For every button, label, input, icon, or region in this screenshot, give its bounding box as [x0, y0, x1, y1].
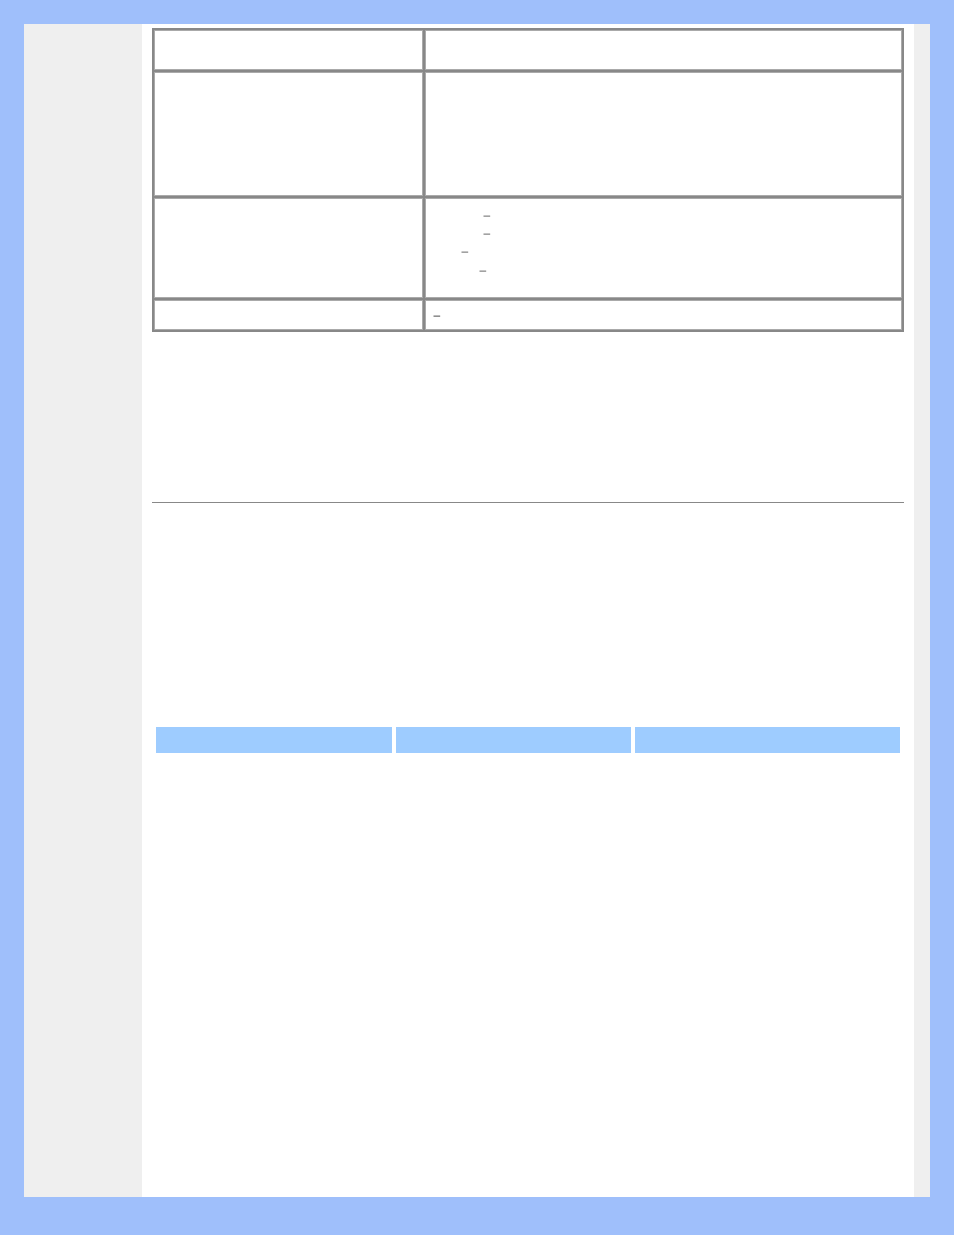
data-table: – – – – – — [152, 28, 904, 332]
cell-value — [425, 30, 902, 70]
sidebar — [24, 24, 142, 1197]
dash-icon: – — [434, 307, 893, 323]
cell-key — [154, 300, 423, 330]
spacer — [152, 503, 904, 723]
cell-value: – — [425, 300, 902, 330]
dash-icon: – — [484, 225, 893, 241]
main-content: – – – – – — [142, 24, 914, 1197]
scrollbar-track[interactable] — [914, 24, 930, 1197]
page-frame: – – – – – — [24, 24, 930, 1197]
dash-icon: – — [484, 207, 893, 223]
cell-value — [425, 72, 902, 196]
table-row: – — [154, 300, 902, 330]
header-cell — [635, 727, 900, 753]
table-row: – – – – — [154, 198, 902, 298]
spacer — [152, 757, 904, 1157]
header-cell — [156, 727, 392, 753]
header-bar — [152, 723, 904, 757]
dash-icon: – — [462, 243, 893, 259]
table-row — [154, 72, 902, 196]
cell-key — [154, 198, 423, 298]
cell-value: – – – – — [425, 198, 902, 298]
header-cell — [396, 727, 632, 753]
cell-key — [154, 30, 423, 70]
table-row — [154, 30, 902, 70]
spacer — [152, 332, 904, 502]
dash-icon: – — [480, 262, 893, 278]
cell-key — [154, 72, 423, 196]
